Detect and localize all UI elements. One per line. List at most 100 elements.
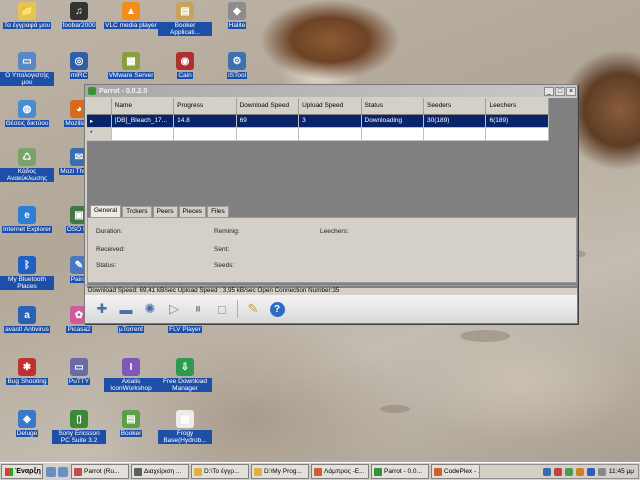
start-button[interactable]: ▷ [165,300,183,318]
taskbar-button[interactable]: Parrot (Ru... [71,464,129,479]
desktop-icon[interactable]: ⚙ ISTool [210,52,264,79]
cell-empty[interactable] [111,127,175,141]
help-button[interactable]: ? [268,300,286,318]
detail-tabs: General Trckers Peers Pieces Files [87,205,577,217]
start-button[interactable]: Έναρξη [1,464,43,479]
plus-icon: ✚ [96,301,108,316]
column-header-download-speed[interactable]: Download Speed [236,98,300,115]
tray-icon[interactable] [564,467,573,476]
column-header-progress[interactable]: Progress [173,98,237,115]
settings-button[interactable]: ✺ [141,300,159,318]
remove-torrent-button[interactable]: ▬ [117,300,135,318]
clock[interactable]: 11:45 μμ [609,468,634,475]
tab-peers[interactable]: Peers [152,206,178,217]
desktop-icon[interactable]: ◈ Deluge [0,410,54,437]
desktop-icon-label: Frogy Base(Hydrob... [158,430,212,444]
desktop-icon[interactable]: a avast! Antivirus [0,306,54,333]
desktop-icon-label: VLC media player [104,22,158,29]
table-row[interactable]: ▸ [DB]_Bleach_17... 14.8 69 3 Downloadin… [87,114,549,128]
quick-launch-icon[interactable] [46,466,56,477]
new-row[interactable]: * [87,127,549,141]
stop-button[interactable]: □ [213,300,231,318]
tray-icon[interactable] [542,467,551,476]
cell-empty[interactable] [423,127,487,141]
desktop-icon-label: Halite [227,22,247,29]
app-icon: ▭ [70,358,88,376]
taskbar-button[interactable]: Parrot - 0.0... [371,464,429,479]
grid-header-row: Name Progress Download Speed Upload Spee… [87,98,549,115]
column-header-upload-speed[interactable]: Upload Speed [298,98,362,115]
cell-empty[interactable] [485,127,549,141]
column-header-name[interactable]: Name [111,98,175,115]
app-icon: ᛒ [18,256,36,274]
cell-upload-speed[interactable]: 3 [298,114,362,128]
desktop-icon-label: Booker [119,430,143,437]
cell-empty[interactable] [236,127,300,141]
desktop-icon[interactable]: ♺ Κάδος Ανακύκλωσης [0,148,54,182]
cell-download-speed[interactable]: 69 [236,114,300,128]
desktop-icon-label: Sony Ericsson PC Suite 3.2 [52,430,106,444]
pause-button[interactable]: ⏸ [189,300,207,318]
cell-seeders[interactable]: 30(189) [423,114,487,128]
desktop-icon[interactable]: ▦ Frogy Base(Hydrob... [158,410,212,444]
desktop-icon[interactable]: ◎ mIRC [52,52,106,79]
taskbar-button[interactable]: Διαχείριση ... [131,464,189,479]
desktop-icon[interactable]: I Axialis IconWorkshop [104,358,158,392]
desktop-icon[interactable]: ✱ Bug Shooting [0,358,54,385]
maximize-button[interactable]: □ [555,86,565,96]
desktop-icon-label: Τα έγγραφά μου [2,22,52,29]
tab-trackers[interactable]: Trckers [122,206,152,217]
window-title: Parrot - 0.0.2.0 [99,87,148,95]
desktop-icon[interactable]: ▦ VMware Server [104,52,158,79]
desktop-icon[interactable]: ◆ Halite [210,2,264,29]
tab-pieces[interactable]: Pieces [178,206,207,217]
cell-empty[interactable] [298,127,362,141]
desktop-icon[interactable]: ◉ Cain [158,52,212,79]
help-icon: ? [269,301,285,317]
desktop-icon[interactable]: ▯ Sony Ericsson PC Suite 3.2 [52,410,106,444]
add-torrent-button[interactable]: ✚ [93,300,111,318]
tray-icon[interactable] [597,467,606,476]
tab-general[interactable]: General [90,205,122,217]
cell-empty[interactable] [361,127,425,141]
taskbar-button-label: Parrot (Ru... [84,468,120,475]
column-header-status[interactable]: Status [361,98,425,115]
taskbar-button[interactable]: D:\To έγγρ... [191,464,249,479]
desktop-icon[interactable]: ▭ PuTTY [52,358,106,385]
tab-files[interactable]: Files [207,206,229,217]
cell-leechers[interactable]: 6(189) [485,114,549,128]
desktop-icon[interactable]: ▤ Booker Applicati... [158,2,212,36]
desktop-icon[interactable]: ▲ VLC media player [104,2,158,29]
desktop-icon[interactable]: 📁 Τα έγγραφά μου [0,2,54,29]
parrot-window[interactable]: Parrot - 0.0.2.0 _ □ × Name Progress Dow… [84,84,578,324]
task-icon [74,467,82,476]
cell-status[interactable]: Downloading [361,114,425,128]
desktop-icon[interactable]: ▭ Ο Υπολογιστής μου [0,52,54,86]
system-tray: 11:45 μμ [479,464,639,479]
taskbar-button[interactable]: Λάμπρος -Ε... [311,464,369,479]
cell-progress[interactable]: 14.8 [173,114,237,128]
tray-icon[interactable] [553,467,562,476]
desktop-icon[interactable]: ▤ Booker [104,410,158,437]
title-bar[interactable]: Parrot - 0.0.2.0 _ □ × [85,85,577,97]
notes-button[interactable]: ✎ [244,300,262,318]
app-icon: ◈ [18,410,36,428]
app-icon: ⚙ [228,52,246,70]
desktop-icon[interactable]: ᛒ My Bluetooth Places [0,256,54,290]
desktop-icon[interactable]: ♫ foobar2000 [52,2,106,29]
column-header-leechers[interactable]: Leechers [485,98,549,115]
close-button[interactable]: × [566,86,576,96]
cell-empty[interactable] [173,127,237,141]
tray-icon[interactable] [586,467,595,476]
desktop-icon[interactable]: e Internet Explorer [0,206,54,233]
minimize-button[interactable]: _ [544,86,554,96]
settings-icon: ✺ [144,301,156,316]
cell-name[interactable]: [DB]_Bleach_17... [111,114,175,128]
column-header-seeders[interactable]: Seeders [423,98,487,115]
desktop-icon[interactable]: ◍ Θέσεις δικτύου [0,100,54,127]
tray-icon[interactable] [575,467,584,476]
desktop-icon[interactable]: ⇩ Free Download Manager [158,358,212,392]
quick-launch-icon[interactable] [58,466,68,477]
remaining-label: Reminig: [214,228,240,235]
taskbar-button[interactable]: D:\My Prog... [251,464,309,479]
